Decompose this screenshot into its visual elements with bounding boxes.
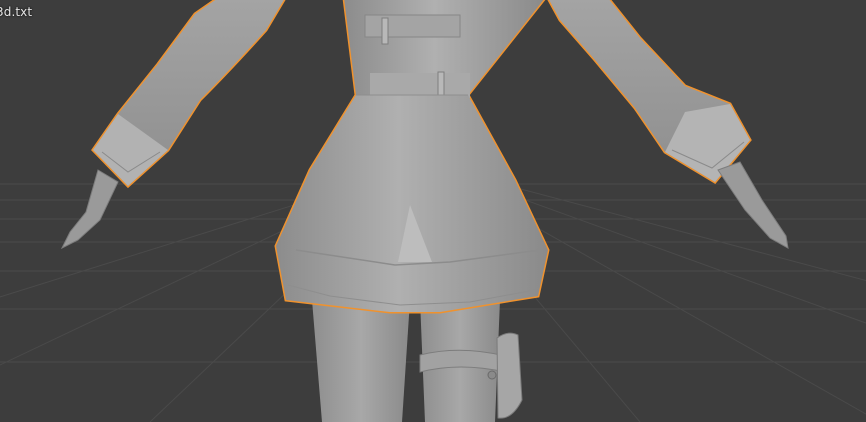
3d-viewport[interactable]: 3d.txt <box>0 0 866 422</box>
legs[interactable] <box>312 300 523 422</box>
selected-character-mesh[interactable] <box>60 0 789 314</box>
viewport-canvas[interactable] <box>0 0 866 422</box>
viewport-file-label: 3d.txt <box>0 5 33 19</box>
